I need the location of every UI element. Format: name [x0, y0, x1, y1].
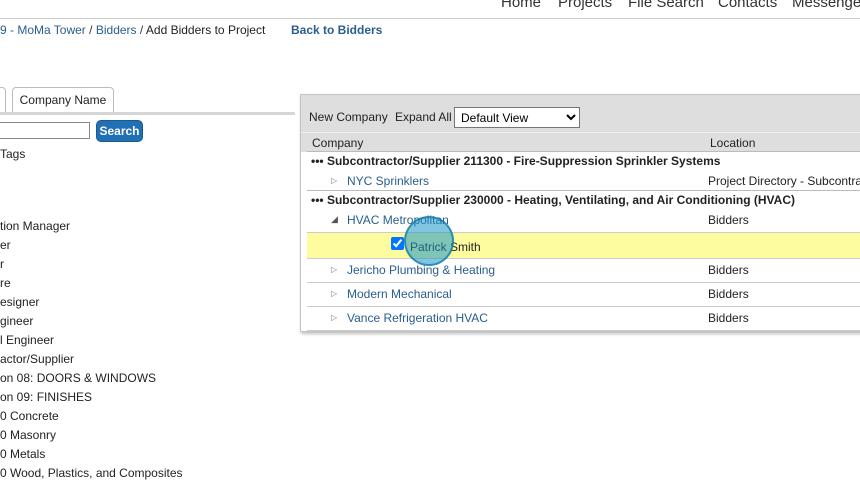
group-title: Subcontractor/Supplier 211300 - Fire-Sup…: [326, 154, 721, 168]
contact-name[interactable]: Patrick Smith: [410, 240, 481, 254]
column-header: Company Location: [301, 132, 860, 152]
filter-item[interactable]: r: [0, 257, 183, 276]
search-input[interactable]: [0, 122, 90, 139]
tab-company-name[interactable]: Company Name: [12, 87, 114, 113]
company-name-link[interactable]: NYC Sprinklers: [347, 174, 429, 188]
group-bullets-icon: •••: [311, 193, 324, 207]
nav-home[interactable]: Home: [501, 0, 541, 11]
column-company[interactable]: Company: [312, 136, 363, 150]
filter-item[interactable]: on 09: FINISHES: [0, 390, 183, 409]
breadcrumb-project-link[interactable]: 9 - MoMa Tower: [0, 23, 86, 37]
group-label: ••• Subcontractor/Supplier 230000 - Heat…: [311, 193, 795, 207]
group-label: ••• Subcontractor/Supplier 211300 - Fire…: [311, 154, 720, 168]
nav-file-search[interactable]: File Search: [628, 0, 704, 11]
filter-list: tion Manager er r re esigner gineer l En…: [0, 219, 183, 485]
filter-item[interactable]: 0 Wood, Plastics, and Composites: [0, 466, 183, 485]
nav-contacts[interactable]: Contacts: [718, 0, 777, 11]
company-location: Bidders: [708, 263, 749, 277]
filter-item[interactable]: 0 Concrete: [0, 409, 183, 428]
company-location: Project Directory - Subcontractor: [708, 174, 860, 188]
company-name-link[interactable]: Modern Mechanical: [347, 287, 452, 301]
company-name-link[interactable]: HVAC Metropolitan: [347, 213, 449, 227]
group-row[interactable]: ••• Subcontractor/Supplier 211300 - Fire…: [307, 151, 860, 171]
view-select[interactable]: Default View: [454, 107, 580, 128]
filter-item[interactable]: 0 Metals: [0, 447, 183, 466]
filter-item[interactable]: 0 Masonry: [0, 428, 183, 447]
filter-item[interactable]: tion Manager: [0, 219, 183, 238]
new-company-button[interactable]: New Company: [309, 110, 388, 124]
company-location: Bidders: [708, 287, 749, 301]
breadcrumb-bidders-link[interactable]: Bidders: [96, 23, 137, 37]
company-name-link[interactable]: Jericho Plumbing & Heating: [347, 263, 495, 277]
filter-item[interactable]: esigner: [0, 295, 183, 314]
company-location: Bidders: [708, 311, 749, 325]
filter-item[interactable]: l Engineer: [0, 333, 183, 352]
triangle-down-icon[interactable]: ◢: [331, 214, 338, 225]
company-row[interactable]: ▷ Modern Mechanical Bidders: [307, 283, 860, 307]
column-location[interactable]: Location: [710, 136, 755, 150]
triangle-right-icon[interactable]: ▷: [331, 176, 337, 185]
company-row[interactable]: ◢ HVAC Metropolitan Bidders: [307, 209, 860, 233]
triangle-right-icon[interactable]: ▷: [331, 289, 337, 298]
company-row[interactable]: ▷ Jericho Plumbing & Heating Bidders: [307, 259, 860, 283]
tags-label: Tags: [0, 147, 26, 161]
group-row[interactable]: ••• Subcontractor/Supplier 230000 - Heat…: [307, 190, 860, 210]
company-results-panel: New Company Expand All Default View Comp…: [300, 94, 860, 332]
contact-row[interactable]: Patrick Smith: [307, 233, 860, 259]
company-location: Bidders: [708, 213, 749, 227]
triangle-right-icon[interactable]: ▷: [331, 313, 337, 322]
triangle-right-icon[interactable]: ▷: [331, 265, 337, 274]
nav-messenger[interactable]: Messenger: [792, 0, 860, 11]
nav-projects[interactable]: Projects: [558, 0, 612, 11]
group-title: Subcontractor/Supplier 230000 - Heating,…: [326, 193, 795, 207]
search-button[interactable]: Search: [96, 120, 143, 142]
tab-divider: [0, 112, 295, 115]
top-navigation: Home Projects File Search Contacts Messe…: [0, 0, 860, 19]
panel-toolbar: New Company Expand All Default View: [301, 95, 860, 132]
back-to-bidders-link[interactable]: Back to Bidders: [291, 23, 382, 37]
filter-item[interactable]: gineer: [0, 314, 183, 333]
breadcrumb-separator: /: [89, 23, 93, 37]
group-bullets-icon: •••: [311, 154, 324, 168]
breadcrumb: 9 - MoMa Tower / Bidders / Add Bidders t…: [0, 23, 265, 37]
contact-checkbox[interactable]: [391, 237, 404, 250]
company-row[interactable]: ▷ Vance Refrigeration HVAC Bidders: [307, 307, 860, 331]
tab-previous[interactable]: [0, 87, 6, 112]
filter-item[interactable]: re: [0, 276, 183, 295]
filter-item[interactable]: on 08: DOORS & WINDOWS: [0, 371, 183, 390]
company-name-link[interactable]: Vance Refrigeration HVAC: [347, 311, 488, 325]
filter-item[interactable]: actor/Supplier: [0, 352, 183, 371]
breadcrumb-current: Add Bidders to Project: [145, 23, 266, 37]
expand-all-button[interactable]: Expand All: [395, 110, 452, 124]
breadcrumb-separator: /: [139, 23, 144, 37]
filter-item[interactable]: er: [0, 238, 183, 257]
